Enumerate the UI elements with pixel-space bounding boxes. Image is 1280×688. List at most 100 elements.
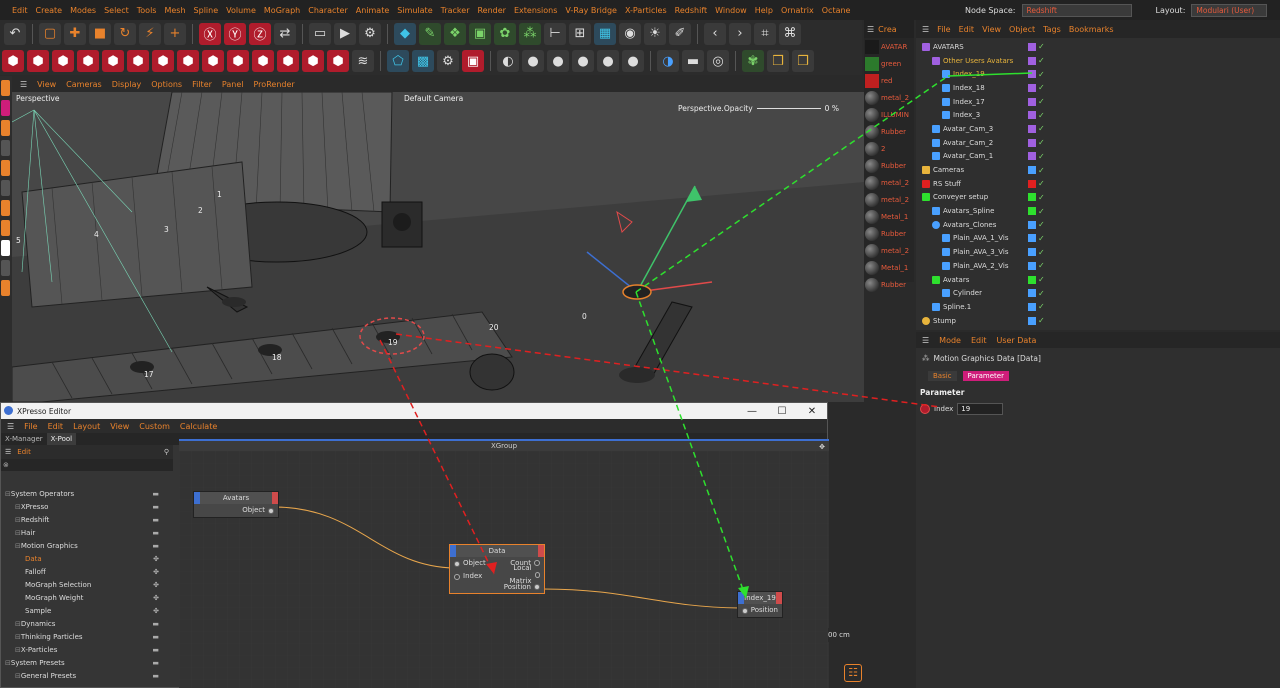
x-axis-icon[interactable]: Ⓧ (199, 22, 221, 45)
layer-swatch[interactable] (1028, 70, 1036, 79)
tab-basic[interactable]: Basic (928, 371, 957, 381)
material-item[interactable]: metal_2 (864, 174, 914, 191)
material-menu-icon[interactable]: ☰ (867, 25, 874, 34)
menu-item-octane[interactable]: Octane (822, 6, 851, 15)
visibility-check[interactable]: ✓ (1038, 124, 1045, 133)
light-bulb-icon[interactable]: ☀ (644, 22, 666, 45)
layer-swatch[interactable] (1028, 97, 1036, 106)
camera-icon[interactable]: ◉ (619, 22, 641, 45)
object-menu-edit[interactable]: Edit (959, 25, 975, 34)
tree-item[interactable]: ⊟ XPresso ▬ (1, 500, 173, 513)
pentagon-icon[interactable]: ⬠ (387, 50, 409, 72)
xpresso-menu-icon[interactable]: ☰ (7, 422, 14, 431)
cloner-icon[interactable]: ✿ (494, 22, 516, 45)
menu-item-tools[interactable]: Tools (137, 6, 157, 15)
viewport-menu-filter[interactable]: Filter (192, 80, 212, 89)
xpresso-menu-edit[interactable]: Edit (48, 422, 64, 431)
node-index-19[interactable]: Index_19 Position (737, 591, 783, 618)
xpresso-menu-custom[interactable]: Custom (139, 422, 170, 431)
select-icon[interactable]: ▢ (39, 22, 61, 45)
layer-swatch[interactable] (1028, 275, 1036, 284)
xpresso-menu-layout[interactable]: Layout (73, 422, 100, 431)
xpresso-menu-view[interactable]: View (110, 422, 129, 431)
visibility-check[interactable]: ✓ (1038, 248, 1045, 257)
tool-icon[interactable] (1, 260, 10, 276)
menu-item-create[interactable]: Create (36, 6, 63, 15)
node-avatars[interactable]: Avatars Object (193, 491, 279, 518)
back-arrow-icon[interactable]: ‹ (704, 22, 726, 45)
object-row[interactable]: Avatar_Cam_3 ✓ (916, 122, 1280, 136)
opacity-control[interactable]: Perspective.Opacity 0 % (678, 104, 839, 113)
port-local-matrix-out[interactable]: Local Matrix (491, 564, 544, 585)
tool-icon[interactable] (1, 100, 10, 116)
field-icon[interactable]: ⊞ (569, 22, 591, 45)
tree-item[interactable]: ⊟ Motion Graphics ▬ (1, 539, 173, 552)
coord-icon[interactable]: ⇄ (274, 22, 296, 45)
blend-icon[interactable]: ◐ (497, 50, 519, 72)
viewport-menu-display[interactable]: Display (112, 80, 142, 89)
port-index-in[interactable]: Index (450, 570, 491, 583)
grid-toggle-icon[interactable]: ☷ (844, 664, 862, 682)
tree-item[interactable]: ⊟ General Presets ▬ (1, 669, 173, 682)
layer-swatch[interactable] (1028, 302, 1036, 311)
pool-edit-menu[interactable]: Edit (17, 448, 31, 456)
viewport-menu-options[interactable]: Options (151, 80, 182, 89)
index-input[interactable]: 19 (957, 403, 1004, 415)
tree-item[interactable]: ⊟ Thinking Particles ▬ (1, 630, 173, 643)
tree-item[interactable]: ⊟ Redshift ▬ (1, 513, 173, 526)
subdivide-icon[interactable]: ❖ (444, 22, 466, 45)
visibility-check[interactable]: ✓ (1038, 316, 1045, 325)
object-row[interactable]: Spline.1 ✓ (916, 300, 1280, 314)
material-item[interactable]: Rubber (864, 157, 914, 174)
rs-object-icon[interactable]: ⬢ (152, 50, 174, 72)
tree-item[interactable]: MoGraph Weight ✤ (1, 591, 173, 604)
menu-item-redshift[interactable]: Redshift (675, 6, 707, 15)
keyframe-icon[interactable] (920, 404, 930, 414)
menu-item-select[interactable]: Select (104, 6, 129, 15)
object-menu-icon[interactable]: ☰ (922, 25, 929, 34)
menu-item-edit[interactable]: Edit (12, 6, 28, 15)
attribute-menu-icon[interactable]: ☰ (922, 336, 929, 345)
render-view-icon[interactable]: ▶ (334, 22, 356, 45)
menu-item-tracker[interactable]: Tracker (441, 6, 470, 15)
layer-swatch[interactable] (1028, 179, 1036, 188)
node-data[interactable]: Data Object Index Count Local Matrix Pos… (449, 544, 545, 594)
object-menu-file[interactable]: File (937, 25, 950, 34)
opacity-slider[interactable] (756, 108, 821, 109)
menu-item-mesh[interactable]: Mesh (164, 6, 185, 15)
material-item[interactable]: metal_2 (864, 242, 914, 259)
tool-icon[interactable] (1, 120, 10, 136)
material-item[interactable]: Rubber (864, 123, 914, 140)
tree-item[interactable]: Sample ✤ (1, 604, 173, 617)
z-axis-icon[interactable]: Ⓩ (249, 22, 271, 45)
box-icon[interactable]: ❒ (792, 50, 814, 72)
xgroup-graph[interactable]: XGroup ✥ Avatars Object Data Object Inde… (179, 439, 829, 688)
visibility-check[interactable]: ✓ (1038, 166, 1045, 175)
menu-item-help[interactable]: Help (755, 6, 773, 15)
script-icon[interactable]: ⌗ (754, 22, 776, 45)
material-create-menu[interactable]: Crea (878, 25, 897, 34)
tool-icon[interactable] (1, 240, 10, 256)
menu-item-mograph[interactable]: MoGraph (264, 6, 300, 15)
deformer-icon[interactable]: ⊢ (544, 22, 566, 45)
material-item[interactable]: Metal_1 (864, 259, 914, 276)
pool-search[interactable]: ⊗ (1, 459, 173, 471)
visibility-check[interactable]: ✓ (1038, 111, 1045, 120)
rs-object-icon[interactable]: ⬢ (27, 50, 49, 72)
box-icon[interactable]: ❒ (767, 50, 789, 72)
object-row[interactable]: Index_19 ✓ (916, 67, 1280, 81)
sphere-icon[interactable]: ● (522, 50, 544, 72)
rs-object-icon[interactable]: ⬢ (327, 50, 349, 72)
tool-icon[interactable] (1, 200, 10, 216)
visibility-check[interactable]: ✓ (1038, 179, 1045, 188)
visibility-check[interactable]: ✓ (1038, 56, 1045, 65)
tool-icon[interactable] (1, 280, 10, 296)
layer-swatch[interactable] (1028, 83, 1036, 92)
visibility-check[interactable]: ✓ (1038, 207, 1045, 216)
visibility-check[interactable]: ✓ (1038, 138, 1045, 147)
rs-object-icon[interactable]: ⬢ (2, 50, 24, 72)
tree-item[interactable]: ⊟ X-Particles ▬ (1, 643, 173, 656)
menu-item-simulate[interactable]: Simulate (397, 6, 432, 15)
minimize-button[interactable]: — (737, 406, 767, 417)
visibility-check[interactable]: ✓ (1038, 220, 1045, 229)
